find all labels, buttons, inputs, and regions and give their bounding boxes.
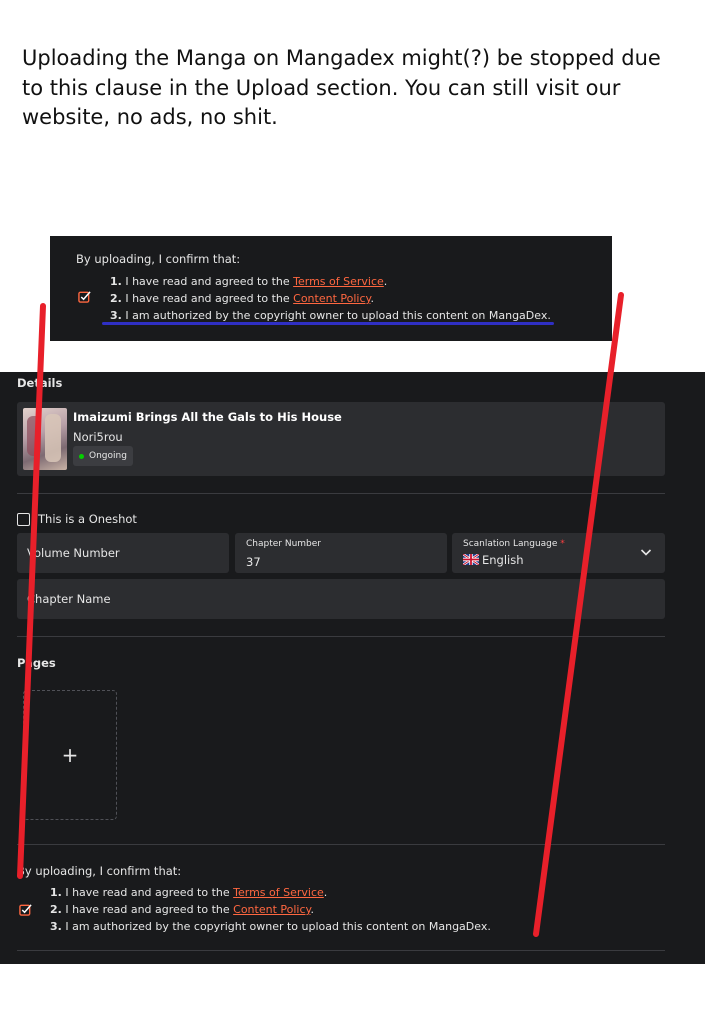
red-annotation-lines bbox=[17, 292, 624, 937]
red-annotation-line-right bbox=[533, 292, 624, 937]
red-annotation-line-left bbox=[17, 303, 46, 879]
